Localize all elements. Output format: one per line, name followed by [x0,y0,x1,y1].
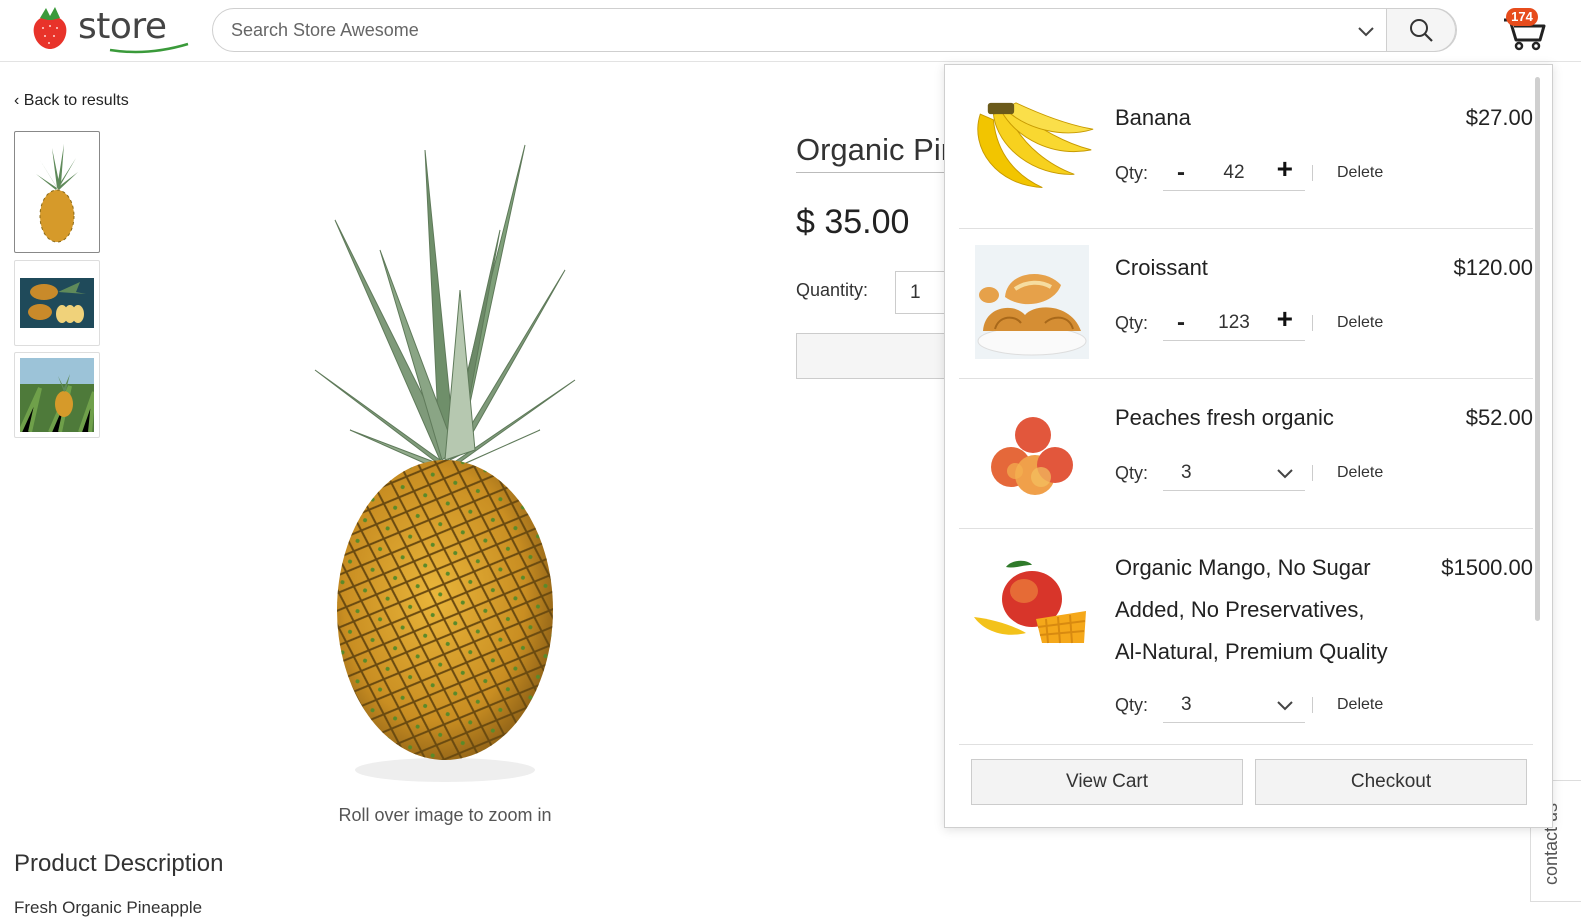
quantity-select[interactable]: 3 [1163,687,1305,723]
strawberry-logo-icon [33,7,67,49]
quantity-stepper: - 42 + [1163,153,1305,191]
croissant-image [969,245,1095,359]
qty-value: 3 [1181,461,1192,483]
search-bar [212,8,1457,52]
chevron-down-icon [1277,469,1293,479]
cart-dropdown: Banana $27.00 Qty: - 42 + Delete Croissa… [944,64,1553,828]
chevron-down-icon [1277,701,1293,711]
mango-image [969,549,1095,659]
cart-item-name-line: Al-Natural, Premium Quality [1115,639,1388,664]
cart-item: Croissant $120.00 Qty: - 123 + Delete [959,229,1533,379]
cart-item-price: $27.00 [1465,105,1533,130]
delete-link[interactable]: Delete [1337,696,1383,714]
peaches-image [969,401,1095,511]
header: store 174 [0,0,1581,62]
thumbnail-3[interactable] [14,352,100,438]
quantity-stepper: - 123 + [1163,303,1305,341]
qty-increment-button[interactable]: + [1277,303,1293,335]
cart-item-qty-row: Qty: - 42 + Delete [1115,153,1383,191]
cart-item-qty-row: Qty: 3 Delete [1115,455,1383,491]
delete-link[interactable]: Delete [1337,314,1383,332]
cart-item-name[interactable]: Banana [1115,97,1191,139]
cart-button[interactable]: 174 [1502,8,1548,52]
banana-image [969,93,1095,203]
qty-label: Qty: [1115,462,1149,483]
back-to-results-link[interactable]: ‹ Back to results [14,92,129,110]
delete-link[interactable]: Delete [1337,164,1383,182]
product-description-heading: Product Description [14,850,224,877]
product-title: Organic Pineapple [796,132,946,173]
croissant-icon [975,245,1089,359]
separator [1312,165,1313,181]
thumbnail-1[interactable] [14,131,100,253]
cart-item-price: $1500.00 [1441,555,1533,580]
logo-swoosh-icon [109,42,189,54]
quantity-label: Quantity: [796,280,869,300]
pineapple-field-thumbnail-image [20,358,94,432]
pineapple-thumbnail-image [36,144,78,243]
checkout-button[interactable]: Checkout [1255,759,1527,805]
cart-item: Banana $27.00 Qty: - 42 + Delete [959,65,1533,229]
separator [1312,315,1313,331]
qty-increment-button[interactable]: + [1277,153,1293,185]
cart-item-price: $52.00 [1465,405,1533,430]
zoom-hint: Roll over image to zoom in [338,805,552,825]
cart-item-price: $120.00 [1453,255,1533,280]
cart-item-name[interactable]: Peaches fresh organic [1115,397,1334,439]
qty-label: Qty: [1115,162,1149,183]
logo-text: store [78,5,167,47]
quantity-select[interactable]: 3 [1163,455,1305,491]
thumbnail-2[interactable] [14,260,100,346]
qty-label: Qty: [1115,312,1149,333]
qty-value: 3 [1181,693,1192,715]
search-input[interactable] [231,9,1351,51]
pineapple-slices-thumbnail-image [20,278,94,328]
cart-item: Peaches fresh organic $52.00 Qty: 3 Dele… [959,379,1533,529]
separator [1312,465,1313,481]
cart-item-name-line: Added, No Preservatives, [1115,597,1365,622]
banana-icon [977,102,1094,188]
qty-label: Qty: [1115,694,1149,715]
delete-link[interactable]: Delete [1337,464,1383,482]
search-button[interactable] [1386,8,1456,52]
cart-count-badge: 174 [1506,8,1538,26]
product-price: $ 35.00 [796,203,910,241]
pineapple-main-image[interactable] [290,130,600,790]
mango-icon [974,560,1086,644]
separator [1312,697,1313,713]
search-icon [1410,19,1433,42]
view-cart-button[interactable]: View Cart [971,759,1243,805]
chevron-down-icon[interactable] [1355,20,1377,42]
cart-item-name[interactable]: Croissant [1115,247,1208,289]
cart-item-qty-row: Qty: - 123 + Delete [1115,303,1383,341]
cart-item-name-line: Organic Mango, No Sugar [1115,555,1371,580]
cart-item-name[interactable]: Organic Mango, No Sugar Added, No Preser… [1115,547,1388,673]
cart-item-qty-row: Qty: 3 Delete [1115,687,1383,723]
product-description-text: Fresh Organic Pineapple [14,898,203,917]
add-to-cart-button[interactable] [796,333,956,379]
cart-item: Organic Mango, No Sugar Added, No Preser… [959,529,1533,745]
peach-icon [991,417,1073,495]
store-logo[interactable]: store [30,5,189,54]
cart-scrollbar[interactable] [1535,77,1540,621]
